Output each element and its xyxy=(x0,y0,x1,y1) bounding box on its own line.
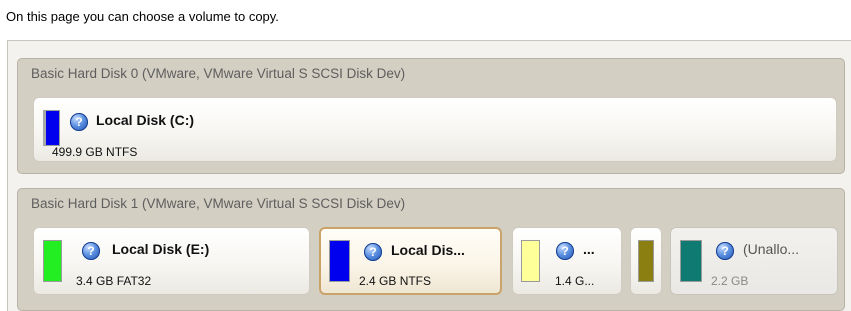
volume-color-bar xyxy=(521,240,540,282)
volume-name: Local Disk (C:) xyxy=(96,112,195,128)
volume-info: 1.4 G... xyxy=(555,274,595,288)
volume-tile-unallocated[interactable]: ? (Unallo... 2.2 GB xyxy=(670,227,838,295)
volume-tile-c[interactable]: ? Local Disk (C:) 499.9 GB NTFS xyxy=(33,97,837,162)
volume-info: 2.2 GB xyxy=(711,274,749,288)
volume-tile-yellow[interactable]: ? ... 1.4 G... xyxy=(512,227,622,295)
disk-title: Basic Hard Disk 1 (VMware, VMware Virtua… xyxy=(31,196,406,211)
volume-info: 3.4 GB FAT32 xyxy=(76,274,152,288)
volume-info: 499.9 GB NTFS xyxy=(52,145,138,159)
volume-name: ... xyxy=(583,241,595,257)
volume-name: Local Dis... xyxy=(391,242,465,258)
disk-group-1: Basic Hard Disk 1 (VMware, VMware Virtua… xyxy=(17,188,845,311)
disk-map-panel: Basic Hard Disk 0 (VMware, VMware Virtua… xyxy=(7,40,851,311)
volume-color-bar xyxy=(638,240,654,282)
disk-group-0: Basic Hard Disk 0 (VMware, VMware Virtua… xyxy=(17,58,845,174)
volume-color-bar xyxy=(329,240,350,282)
volume-name: (Unallo... xyxy=(743,241,800,257)
volume-tile-selected[interactable]: ? Local Dis... 2.4 GB NTFS xyxy=(319,227,502,295)
help-icon[interactable]: ? xyxy=(82,242,100,260)
help-icon[interactable]: ? xyxy=(70,113,88,131)
volume-color-bar xyxy=(43,240,62,282)
help-icon[interactable]: ? xyxy=(716,242,734,260)
instruction-text: On this page you can choose a volume to … xyxy=(6,9,279,24)
volume-tile-olive[interactable] xyxy=(630,227,662,295)
help-icon[interactable]: ? xyxy=(364,243,382,261)
volume-info: 2.4 GB NTFS xyxy=(359,274,432,288)
disk-title: Basic Hard Disk 0 (VMware, VMware Virtua… xyxy=(31,66,406,81)
volume-color-bar xyxy=(43,110,60,146)
help-icon[interactable]: ? xyxy=(556,242,574,260)
volume-tile-e[interactable]: ? Local Disk (E:) 3.4 GB FAT32 xyxy=(33,227,310,295)
volume-name: Local Disk (E:) xyxy=(112,241,210,257)
volume-color-bar xyxy=(680,240,702,282)
